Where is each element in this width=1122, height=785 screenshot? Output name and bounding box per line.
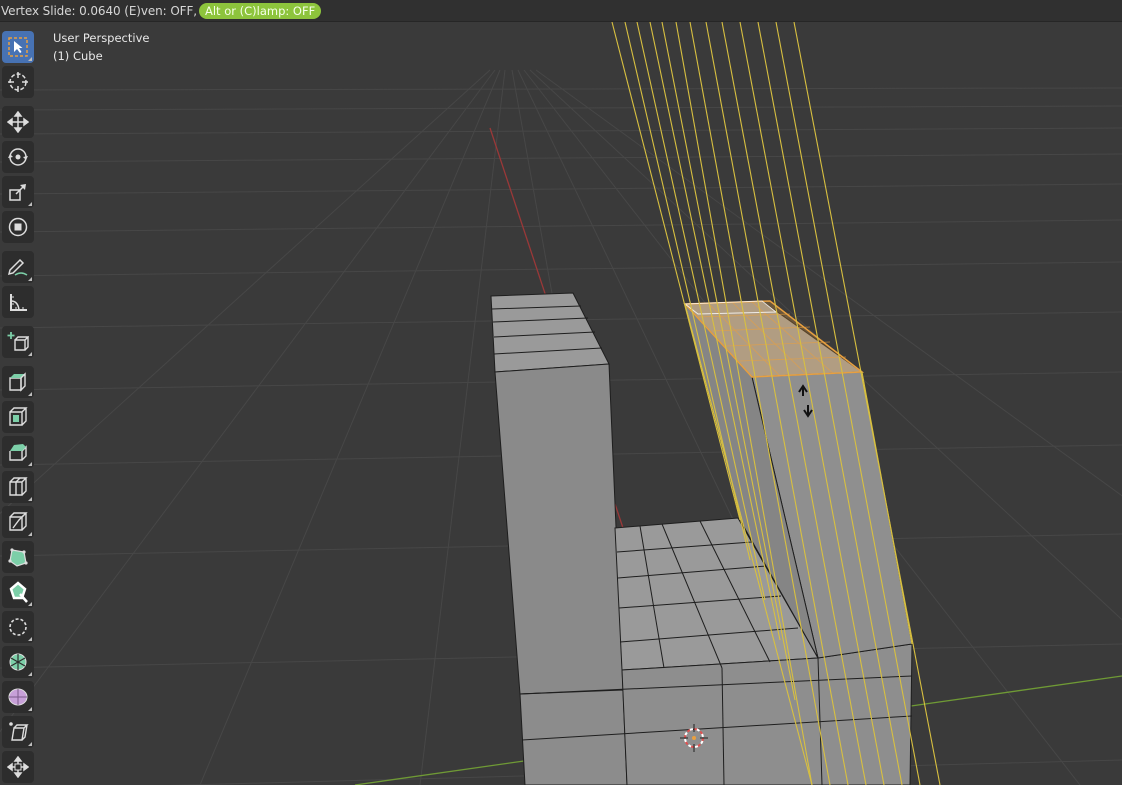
annotate-icon — [7, 258, 28, 276]
smooth-icon — [9, 618, 27, 636]
view-name-label: User Perspective — [53, 31, 150, 45]
add-cube-tool[interactable] — [2, 326, 34, 358]
scale-tool[interactable] — [2, 176, 34, 208]
clamp-status-pill: Alt or (C)lamp: OFF — [199, 2, 322, 19]
measure-tool[interactable] — [2, 286, 34, 318]
vertex-slide-status: Vertex Slide: 0.0640 (E)ven: OFF, — [1, 3, 197, 18]
spin-tool[interactable] — [2, 576, 34, 608]
poly-build-tool[interactable] — [2, 541, 34, 573]
select-box-icon — [8, 37, 28, 57]
shrink-fatten-icon — [8, 688, 28, 706]
move-icon — [7, 111, 29, 133]
loop-cut-icon — [9, 477, 28, 496]
viewport-scene[interactable] — [0, 22, 1122, 785]
knife-icon — [9, 512, 28, 531]
cursor-icon — [8, 72, 28, 92]
scale-icon — [9, 184, 26, 201]
poly-build-icon — [8, 548, 28, 567]
cursor-tool[interactable] — [2, 66, 34, 98]
smooth-tool[interactable] — [2, 611, 34, 643]
left-pillar — [490, 292, 628, 785]
extrude-region-tool[interactable] — [2, 366, 34, 398]
rotate-icon — [8, 148, 28, 166]
shear-tool[interactable] — [2, 716, 34, 748]
transform-icon — [8, 217, 28, 237]
bevel-tool[interactable] — [2, 436, 34, 468]
3d-viewport[interactable]: User Perspective (1) Cube — [0, 22, 1122, 785]
rip-icon — [7, 756, 29, 778]
shear-icon — [9, 722, 29, 741]
rotate-tool[interactable] — [2, 141, 34, 173]
extrude-icon — [9, 372, 26, 392]
bevel-icon — [9, 444, 27, 461]
object-name-label: (1) Cube — [53, 49, 103, 63]
loop-cut-tool[interactable] — [2, 471, 34, 503]
select-box-tool[interactable] — [2, 31, 34, 63]
spin-icon — [9, 581, 28, 603]
shrink-fatten-tool[interactable] — [2, 681, 34, 713]
inset-faces-tool[interactable] — [2, 401, 34, 433]
add-cube-icon — [7, 332, 29, 351]
knife-tool[interactable] — [2, 506, 34, 538]
rip-region-tool[interactable] — [2, 751, 34, 783]
edge-slide-tool[interactable] — [2, 646, 34, 678]
annotate-tool[interactable] — [2, 251, 34, 283]
move-tool[interactable] — [2, 106, 34, 138]
edge-slide-icon — [9, 653, 27, 671]
inset-icon — [9, 407, 28, 426]
measure-icon — [10, 294, 27, 311]
status-header: Vertex Slide: 0.0640 (E)ven: OFF, Alt or… — [0, 0, 1122, 22]
transform-tool[interactable] — [2, 211, 34, 243]
